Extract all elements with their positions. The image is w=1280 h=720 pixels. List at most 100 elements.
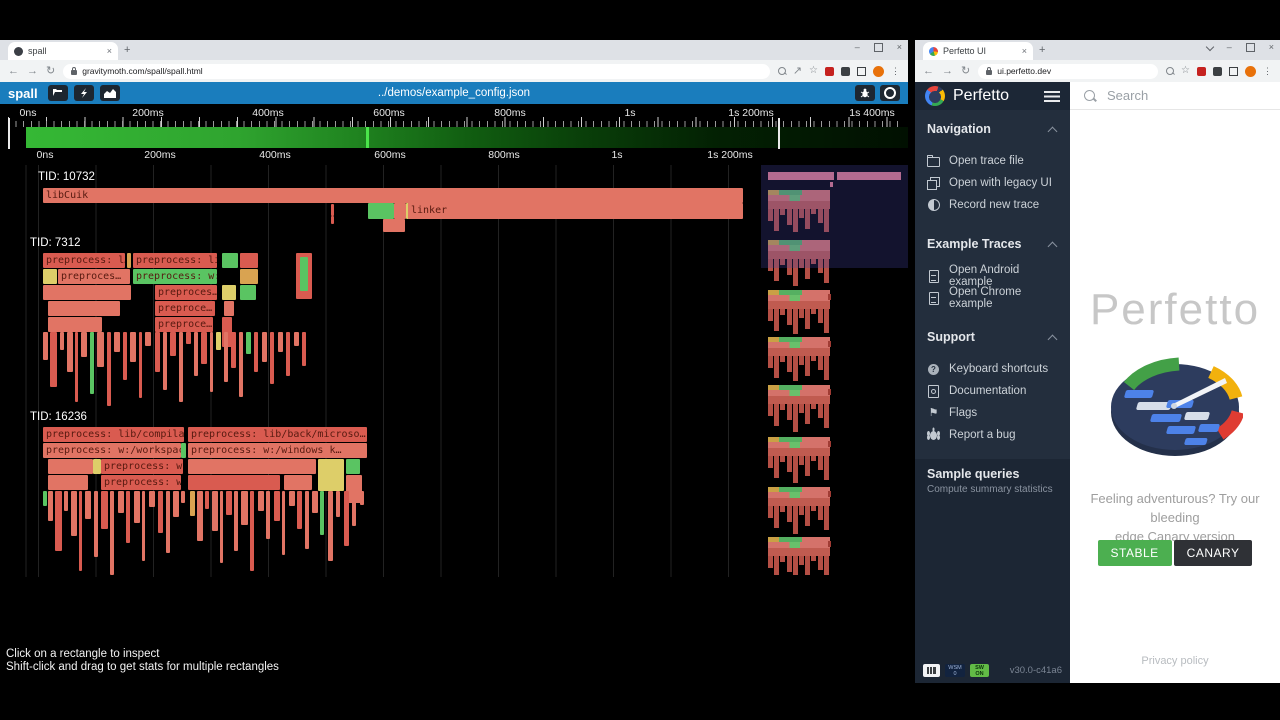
flame-rect[interactable]: [318, 459, 344, 491]
flame-rect[interactable]: [346, 459, 360, 474]
sidebar-item-open-chrome-example[interactable]: Open Chrome example: [927, 287, 1058, 309]
flame-rect[interactable]: [331, 204, 334, 216]
flame-rect[interactable]: [97, 332, 104, 367]
flame-rect[interactable]: preprocess: w:…: [133, 269, 217, 284]
flame-rect[interactable]: [64, 491, 68, 511]
maximize-icon[interactable]: [874, 43, 883, 52]
flame-rect[interactable]: [278, 332, 283, 352]
flame-rect[interactable]: [201, 332, 207, 364]
flame-rect[interactable]: [188, 475, 280, 490]
flame-rect[interactable]: [302, 332, 306, 366]
flame-rect[interactable]: [274, 491, 280, 521]
stable-button[interactable]: STABLE: [1098, 540, 1172, 566]
flame-rect[interactable]: [149, 491, 155, 507]
zoom-icon[interactable]: [1166, 67, 1174, 75]
section-header[interactable]: Support: [927, 329, 1058, 345]
flame-rect[interactable]: [81, 332, 87, 357]
flame-rect[interactable]: [43, 269, 57, 284]
metrics-badge[interactable]: [923, 664, 940, 677]
flame-rect[interactable]: [270, 332, 274, 384]
flame-rect[interactable]: preprocess: w:/w…: [101, 475, 181, 490]
flame-rect[interactable]: [114, 332, 120, 352]
forward-icon[interactable]: →: [942, 66, 953, 77]
menu-icon[interactable]: ⋮: [1263, 66, 1272, 77]
flame-rect[interactable]: [254, 332, 258, 372]
spall-trace-canvas[interactable]: 0ns200ms400ms600ms800ms1s1s 200ms1s 400m…: [0, 104, 908, 683]
close-tab-icon[interactable]: ×: [107, 46, 112, 56]
flame-rect[interactable]: preprocess: w:/windows k…: [188, 443, 367, 458]
flame-rect[interactable]: [305, 491, 309, 549]
hamburger-menu-icon[interactable]: [1044, 91, 1060, 102]
minimap-cursor[interactable]: [778, 118, 780, 149]
tab-spall[interactable]: spall ×: [8, 42, 118, 60]
flame-rect[interactable]: [210, 332, 213, 392]
extension-shield-icon[interactable]: [825, 67, 834, 76]
extensions-icon[interactable]: [1213, 67, 1222, 76]
flame-rect[interactable]: [48, 301, 120, 316]
back-icon[interactable]: ←: [8, 66, 19, 77]
tab-perfetto[interactable]: Perfetto UI ×: [923, 42, 1033, 60]
flame-rect[interactable]: [222, 285, 236, 300]
chevron-down-icon[interactable]: [1205, 43, 1213, 51]
extensions-icon[interactable]: [841, 67, 850, 76]
flame-rect[interactable]: [48, 491, 53, 521]
new-tab-button[interactable]: +: [124, 44, 130, 56]
address-field[interactable]: ui.perfetto.dev: [978, 64, 1158, 79]
canary-button[interactable]: CANARY: [1174, 540, 1253, 566]
sample-queries-header[interactable]: Sample queries: [915, 459, 1070, 481]
flame-rect[interactable]: [107, 332, 111, 406]
reload-icon[interactable]: ↻: [961, 66, 970, 77]
flame-rect[interactable]: [163, 332, 167, 390]
flame-rect[interactable]: [383, 219, 405, 232]
flame-rect[interactable]: [48, 459, 93, 474]
settings-button[interactable]: [880, 85, 900, 101]
flame-rect[interactable]: [127, 253, 131, 268]
flame-rect[interactable]: [173, 491, 179, 517]
flame-rect[interactable]: preprocess: li…: [133, 253, 217, 268]
measure-button[interactable]: [74, 85, 94, 101]
flame-rect[interactable]: [43, 285, 131, 300]
flame-rect[interactable]: [166, 491, 170, 553]
flame-rect[interactable]: [130, 332, 136, 362]
flame-rect[interactable]: [48, 475, 88, 490]
flame-rect[interactable]: [328, 491, 333, 561]
flame-rect[interactable]: [331, 216, 334, 224]
flame-rect[interactable]: [48, 317, 102, 332]
flame-rect[interactable]: [239, 332, 243, 397]
flame-rect[interactable]: [300, 257, 308, 291]
profile-avatar[interactable]: [1245, 66, 1256, 77]
flame-rect[interactable]: [294, 332, 299, 346]
flame-rect[interactable]: [284, 475, 312, 490]
back-icon[interactable]: ←: [923, 66, 934, 77]
flame-rect[interactable]: preprocess: w:/workspac…: [43, 443, 181, 458]
flame-rect[interactable]: preproces…: [155, 285, 217, 300]
flame-rect[interactable]: [101, 491, 108, 529]
flame-rect[interactable]: [320, 491, 324, 535]
minimap-thumbnail[interactable]: [768, 437, 830, 483]
flame-rect[interactable]: [50, 332, 57, 387]
minimap-activity-bar[interactable]: [26, 127, 908, 148]
sidebar-item-flags[interactable]: ⚑Flags: [927, 402, 1058, 424]
sidebar-item-keyboard-shortcuts[interactable]: ?Keyboard shortcuts: [927, 358, 1058, 380]
minimap-cursor[interactable]: [8, 118, 10, 149]
flame-rect[interactable]: [155, 332, 160, 372]
close-tab-icon[interactable]: ×: [1022, 46, 1027, 56]
minimap-thumbnail[interactable]: [768, 385, 830, 433]
open-file-button[interactable]: [48, 85, 68, 101]
flame-rect[interactable]: [224, 332, 228, 382]
close-icon[interactable]: ×: [897, 42, 902, 52]
report-bug-button[interactable]: [855, 85, 875, 101]
flame-rect[interactable]: [85, 491, 91, 519]
flame-rect[interactable]: [110, 491, 114, 575]
address-field[interactable]: gravitymoth.com/spall/spall.html: [63, 64, 770, 79]
flame-rect[interactable]: [336, 491, 340, 517]
flame-rect[interactable]: libCuik: [43, 188, 743, 203]
flame-rect[interactable]: [60, 332, 64, 350]
flame-rect[interactable]: [297, 491, 302, 529]
flame-rect[interactable]: [394, 203, 406, 219]
sample-queries-subtitle[interactable]: Compute summary statistics: [915, 481, 1070, 495]
flame-rect[interactable]: [352, 491, 356, 526]
flame-rect[interactable]: preprocess: w:/w…: [101, 459, 183, 474]
flame-rect[interactable]: [190, 491, 195, 516]
flame-rect[interactable]: [139, 332, 142, 398]
